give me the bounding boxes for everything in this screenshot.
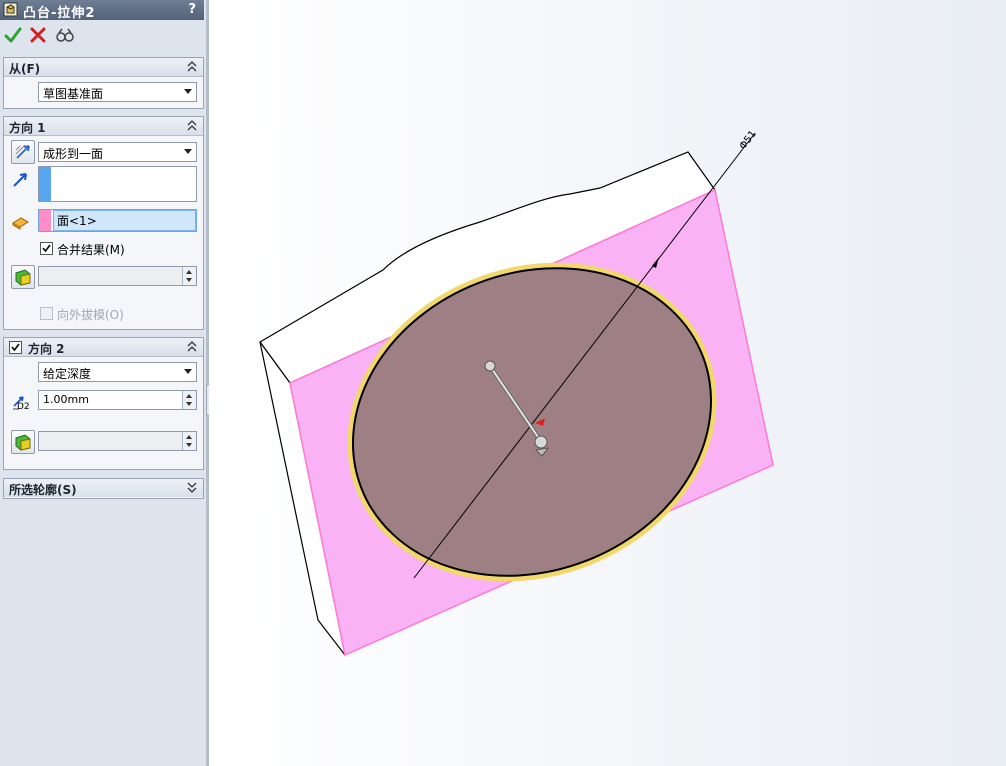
selected-contours-section: 所选轮廓(S) [3, 478, 204, 499]
help-button[interactable]: ? [188, 2, 196, 17]
merge-result-row[interactable]: 合并结果(M) [40, 241, 190, 257]
direction-vector-icon [13, 173, 27, 187]
direction-vector-color-swatch [39, 167, 51, 201]
face-value: 面<1> [57, 214, 97, 228]
chevron-down-icon [184, 89, 192, 94]
direction2-draft-angle-input[interactable] [38, 431, 197, 451]
face-color-swatch [39, 210, 51, 231]
from-section-header[interactable]: 从(F) [4, 58, 203, 77]
merge-result-label: 合并结果(M) [57, 243, 125, 257]
reverse-direction-button[interactable] [11, 140, 35, 164]
end-condition-value: 成形到一面 [43, 147, 104, 161]
panel-title-bar: 凸台-拉伸2 ? [0, 0, 204, 21]
face-field-selection: 面<1> [53, 210, 196, 231]
checkmark-icon [42, 244, 51, 253]
direction2-draft-toggle-button[interactable] [11, 430, 35, 454]
reverse-direction-icon [15, 144, 30, 159]
direction2-end-condition-value: 给定深度 [43, 367, 92, 381]
depth-icon-label: D2 [17, 402, 30, 412]
draft-toggle-button[interactable] [11, 265, 35, 289]
from-section-title: 从(F) [9, 62, 41, 76]
depth-stepper[interactable] [182, 391, 196, 409]
panel-title: 凸台-拉伸2 [23, 6, 96, 21]
direction-vector-field[interactable] [38, 166, 197, 202]
draft-angle-input[interactable] [38, 266, 197, 286]
selected-contours-title: 所选轮廓(S) [9, 483, 77, 497]
selected-contours-header[interactable]: 所选轮廓(S) [4, 479, 203, 497]
collapse-chevrons-up-icon[interactable] [187, 60, 197, 72]
depth-value: 1.00mm [43, 393, 89, 406]
depth-input[interactable]: 1.00mm [38, 390, 197, 410]
chevron-down-icon [184, 149, 192, 154]
merge-result-checkbox[interactable] [40, 242, 53, 255]
checkmark-icon [11, 343, 20, 352]
detailed-preview-icon[interactable] [55, 26, 75, 44]
draft-icon [15, 269, 31, 286]
draft-outward-label: 向外拔模(O) [57, 308, 124, 322]
draft-outward-checkbox [40, 307, 53, 320]
direction2-title: 方向 2 [28, 342, 65, 356]
direction1-section-header[interactable]: 方向 1 [4, 117, 203, 136]
graphics-area[interactable]: Φ51 [209, 0, 1006, 766]
chevron-down-icon [184, 369, 192, 374]
face-field[interactable]: 面<1> [38, 209, 197, 232]
action-toolbar [0, 22, 204, 48]
start-condition-select[interactable]: 草图基准面 [38, 82, 197, 102]
ok-checkmark-icon[interactable] [4, 26, 22, 44]
collapse-chevrons-up-icon[interactable] [187, 119, 197, 131]
cancel-x-icon[interactable] [29, 26, 47, 44]
boss-extrude-icon [3, 2, 18, 17]
collapse-chevrons-up-icon[interactable] [187, 340, 197, 352]
expand-chevrons-down-icon[interactable] [187, 481, 197, 493]
draft-outward-row: 向外拔模(O) [40, 306, 190, 322]
property-manager-panel: 凸台-拉伸2 ? 从(F) 草图基准面 方向 1 成形到一面 面<1> 合并结果… [0, 0, 207, 766]
direction2-section: 方向 2 给定深度 D2 1.00mm [3, 337, 204, 470]
direction2-end-condition-select[interactable]: 给定深度 [38, 362, 197, 382]
direction1-title: 方向 1 [9, 121, 46, 135]
direction2-checkbox[interactable] [9, 341, 22, 354]
draft-angle-stepper[interactable] [182, 267, 196, 285]
direction2-draft-stepper[interactable] [182, 432, 196, 450]
from-section: 从(F) 草图基准面 [3, 57, 204, 109]
start-condition-value: 草图基准面 [43, 87, 104, 101]
end-condition-select[interactable]: 成形到一面 [38, 142, 197, 162]
direction1-section: 方向 1 成形到一面 面<1> 合并结果(M) 向外拔模(O) [3, 116, 204, 330]
direction2-section-header[interactable]: 方向 2 [4, 338, 203, 357]
draft-icon [15, 434, 31, 451]
face-select-icon [12, 217, 29, 230]
